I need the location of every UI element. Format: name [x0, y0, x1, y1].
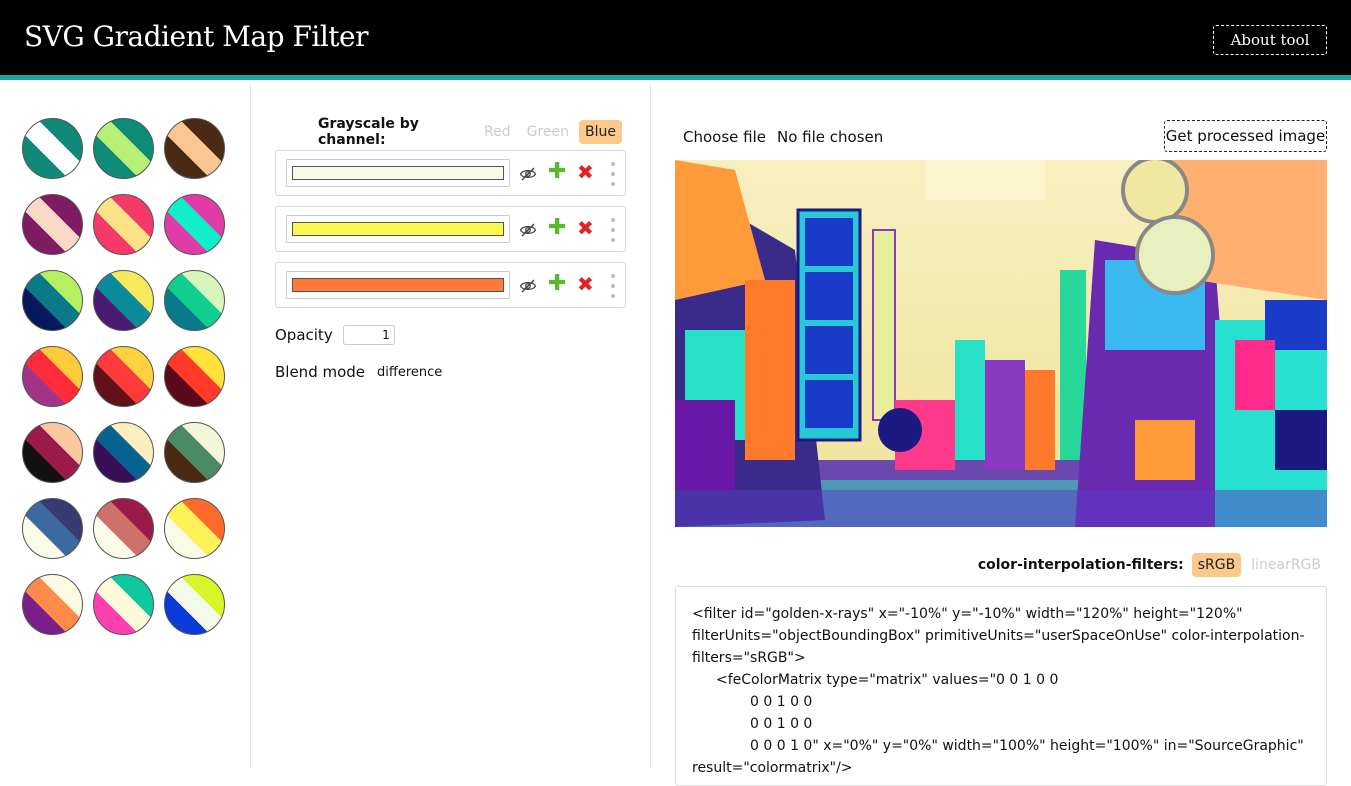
get-processed-image-button[interactable]: Get processed image	[1164, 120, 1327, 152]
cif-linearrgb[interactable]: linearRGB	[1245, 553, 1327, 577]
channel-blue[interactable]: Blue	[579, 120, 622, 144]
app-header: SVG Gradient Map Filter About tool	[0, 0, 1351, 80]
blend-mode-label: Blend mode	[275, 363, 366, 381]
opacity-row: Opacity 1	[275, 325, 395, 345]
code-line: result="colormatrix"/>	[692, 760, 853, 776]
opacity-label: Opacity	[275, 326, 333, 344]
palette-swatch[interactable]	[164, 346, 225, 407]
street-photo-image	[675, 160, 1327, 527]
opacity-input[interactable]: 1	[342, 325, 395, 345]
add-stop-icon[interactable]: ✚	[548, 216, 566, 240]
palette-swatch[interactable]	[93, 194, 154, 255]
palette-grid	[22, 118, 232, 635]
palette-swatch[interactable]	[22, 422, 83, 483]
palette-swatch[interactable]	[164, 270, 225, 331]
palette-swatch[interactable]	[93, 422, 154, 483]
palette-swatch[interactable]	[164, 194, 225, 255]
remove-stop-icon[interactable]: ✖	[577, 272, 594, 296]
channel-label: Grayscale by channel:	[318, 116, 419, 148]
processed-image-preview	[675, 160, 1327, 527]
palette-swatch[interactable]	[22, 346, 83, 407]
cif-label: color-interpolation-filters:	[977, 557, 1184, 573]
color-stop: ✚ ✖	[275, 150, 626, 196]
palette-swatch[interactable]	[164, 118, 225, 179]
color-swatch	[292, 278, 504, 292]
remove-stop-icon[interactable]: ✖	[577, 160, 594, 184]
page-title: SVG Gradient Map Filter	[24, 20, 368, 53]
color-picker[interactable]	[286, 159, 510, 187]
drag-handle-icon[interactable]	[610, 162, 616, 186]
code-line: 0 0 1 0 0	[750, 694, 813, 710]
color-interpolation-selector: color-interpolation-filters: sRGB linear…	[978, 553, 1327, 577]
file-status: No file chosen	[777, 128, 884, 146]
drag-handle-icon[interactable]	[610, 274, 616, 298]
code-line: <filter id="golden-x-rays" x="-10%" y="-…	[692, 606, 1243, 622]
palette-swatch[interactable]	[22, 194, 83, 255]
hide-eye-icon[interactable]	[519, 221, 537, 239]
color-picker[interactable]	[286, 271, 510, 299]
hide-eye-icon[interactable]	[519, 277, 537, 295]
palette-swatch[interactable]	[93, 498, 154, 559]
code-line: filterUnits="objectBoundingBox" primitiv…	[692, 628, 1305, 644]
color-stop: ✚ ✖	[275, 206, 626, 252]
column-divider	[250, 85, 251, 767]
palette-swatch[interactable]	[164, 574, 225, 635]
column-divider	[650, 85, 651, 767]
color-stop: ✚ ✖	[275, 262, 626, 308]
color-swatch	[292, 222, 504, 236]
file-input[interactable]: Choose file No file chosen	[683, 128, 883, 146]
palette-swatch[interactable]	[22, 498, 83, 559]
palette-swatch[interactable]	[93, 346, 154, 407]
blend-mode-row: Blend mode difference	[275, 363, 442, 381]
palette-swatch[interactable]	[22, 118, 83, 179]
code-line: 0 0 1 0 0	[750, 716, 813, 732]
cif-srgb[interactable]: sRGB	[1191, 553, 1242, 577]
code-line: 0 0 0 1 0" x="0%" y="0%" width="100%" he…	[750, 738, 1304, 754]
palette-swatch[interactable]	[22, 574, 83, 635]
choose-file-button[interactable]: Choose file	[683, 128, 766, 146]
palette-swatch[interactable]	[93, 270, 154, 331]
add-stop-icon[interactable]: ✚	[548, 160, 566, 184]
code-line: filters="sRGB">	[692, 650, 806, 666]
add-stop-icon[interactable]: ✚	[548, 272, 566, 296]
about-tool-button[interactable]: About tool	[1213, 25, 1327, 55]
channel-green[interactable]: Green	[521, 120, 575, 144]
palette-swatch[interactable]	[164, 498, 225, 559]
hide-eye-icon[interactable]	[519, 165, 537, 183]
palette-swatch[interactable]	[93, 574, 154, 635]
code-line: <feColorMatrix type="matrix" values="0 0…	[716, 672, 1059, 688]
palette-swatch[interactable]	[22, 270, 83, 331]
palette-swatch[interactable]	[93, 118, 154, 179]
remove-stop-icon[interactable]: ✖	[577, 216, 594, 240]
channel-red[interactable]: Red	[478, 120, 517, 144]
palette-swatch[interactable]	[164, 422, 225, 483]
channel-selector: Grayscale by channel: Red Green Blue	[318, 116, 626, 148]
filter-code-output[interactable]: <filter id="golden-x-rays" x="-10%" y="-…	[675, 586, 1327, 786]
blend-mode-select[interactable]: difference	[377, 365, 442, 380]
color-swatch	[292, 166, 504, 180]
drag-handle-icon[interactable]	[610, 218, 616, 242]
color-picker[interactable]	[286, 215, 510, 243]
